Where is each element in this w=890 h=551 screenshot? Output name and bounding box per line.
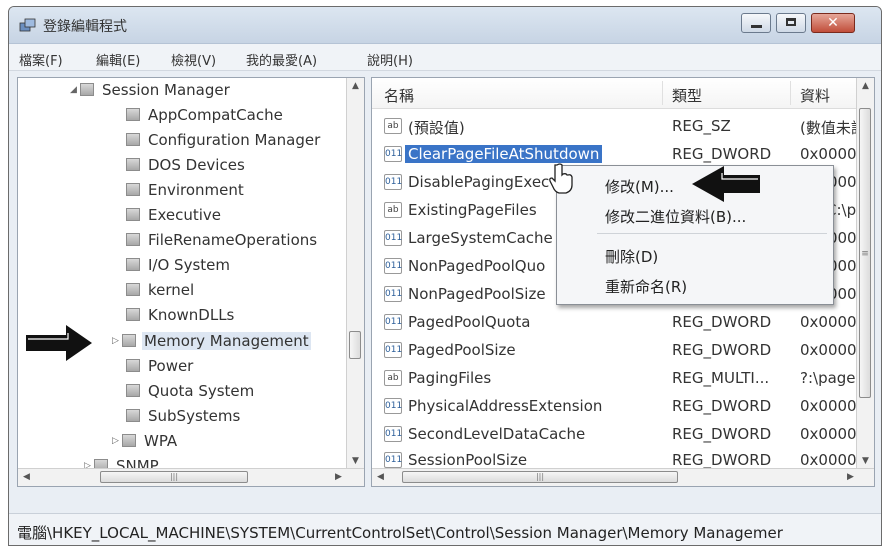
- maximize-button[interactable]: [776, 13, 806, 33]
- string-value-icon: ab: [384, 202, 402, 218]
- tree-item[interactable]: I/O System: [126, 255, 232, 279]
- binary-value-icon: 011: [384, 146, 402, 162]
- list-vertical-scrollbar[interactable]: ▲ ≡ ▼: [856, 78, 874, 470]
- close-button[interactable]: ✕: [811, 13, 855, 33]
- expand-arrow-icon[interactable]: ▷: [112, 336, 122, 346]
- menu-separator: [597, 233, 827, 234]
- tree-item[interactable]: kernel: [126, 280, 196, 304]
- collapse-arrow-icon[interactable]: ◢: [70, 85, 80, 95]
- menu-file[interactable]: 檔案(F): [19, 50, 63, 69]
- menu-modify-binary[interactable]: 修改二進位資料(B)...: [605, 206, 746, 227]
- binary-value-icon: 011: [384, 452, 402, 468]
- tree-item[interactable]: KnownDLLs: [126, 305, 236, 329]
- value-row[interactable]: ab PagingFiles REG_MULTI... ?:\page: [372, 364, 859, 392]
- scroll-right-arrow-icon[interactable]: ▶: [842, 469, 859, 486]
- scroll-up-arrow-icon[interactable]: ▲: [347, 78, 364, 95]
- tree-item[interactable]: Configuration Manager: [126, 130, 322, 154]
- folder-icon: [126, 108, 140, 121]
- tree-horizontal-scrollbar[interactable]: ◀ ||| ▶: [18, 468, 364, 486]
- status-bar: 電腦\HKEY_LOCAL_MACHINE\SYSTEM\CurrentCont…: [9, 513, 881, 545]
- column-header-type[interactable]: 類型: [672, 85, 702, 106]
- folder-icon: [126, 359, 140, 372]
- minimize-icon: [751, 25, 762, 28]
- column-header-data[interactable]: 資料: [800, 85, 830, 106]
- menu-rename[interactable]: 重新命名(R): [605, 276, 687, 297]
- column-header-name[interactable]: 名稱: [384, 85, 414, 106]
- tree-vertical-scrollbar[interactable]: ▲ ▼: [346, 78, 364, 470]
- scroll-left-arrow-icon[interactable]: ◀: [18, 469, 35, 486]
- registry-path: 電腦\HKEY_LOCAL_MACHINE\SYSTEM\CurrentCont…: [17, 524, 783, 542]
- tree-item[interactable]: SubSystems: [126, 406, 242, 430]
- binary-value-icon: 011: [384, 426, 402, 442]
- binary-value-icon: 011: [384, 286, 402, 302]
- value-row[interactable]: 011 PagedPoolQuota REG_DWORD 0x00000: [372, 308, 866, 336]
- menu-bar: 檔案(F) 編輯(E) 檢視(V) 我的最愛(A) 說明(H): [9, 44, 881, 71]
- column-divider[interactable]: [662, 81, 663, 105]
- binary-value-icon: 011: [384, 342, 402, 358]
- menu-modify[interactable]: 修改(M)...: [605, 176, 674, 197]
- folder-icon: [126, 158, 140, 171]
- folder-icon: [126, 133, 140, 146]
- scroll-up-arrow-icon[interactable]: ▲: [857, 78, 874, 95]
- folder-icon: [126, 283, 140, 296]
- binary-value-icon: 011: [384, 398, 402, 414]
- string-value-icon: ab: [384, 370, 402, 386]
- menu-help[interactable]: 說明(H): [367, 50, 413, 69]
- maximize-icon: [786, 18, 796, 26]
- registry-key-tree[interactable]: ◢ Session Manager AppCompatCache Configur…: [17, 77, 365, 487]
- tree-item-session-manager[interactable]: ◢ Session Manager: [70, 80, 232, 104]
- tree-hscroll-thumb[interactable]: |||: [100, 471, 248, 483]
- hand-cursor-icon: [549, 163, 573, 194]
- list-hscroll-thumb[interactable]: |||: [402, 471, 678, 483]
- tree-item[interactable]: FileRenameOperations: [126, 230, 319, 254]
- pointer-arrow-left-icon: [692, 166, 760, 202]
- title-bar[interactable]: 登錄編輯程式 ✕: [9, 7, 881, 44]
- window-title: 登錄編輯程式: [43, 19, 127, 35]
- folder-icon: [126, 384, 140, 397]
- folder-icon: [122, 434, 136, 447]
- close-icon: ✕: [827, 15, 839, 31]
- pointer-arrow-right-icon: [26, 325, 92, 361]
- folder-icon: [126, 208, 140, 221]
- scroll-right-arrow-icon[interactable]: ▶: [330, 469, 347, 486]
- folder-icon: [126, 409, 140, 422]
- folder-icon: [126, 183, 140, 196]
- string-value-icon: ab: [384, 118, 402, 134]
- tree-item[interactable]: Executive: [126, 205, 223, 229]
- registry-app-icon: [19, 18, 36, 32]
- expand-arrow-icon[interactable]: ▷: [112, 436, 122, 446]
- folder-icon: [122, 334, 136, 347]
- binary-value-icon: 011: [384, 230, 402, 246]
- tree-item[interactable]: AppCompatCache: [126, 105, 285, 129]
- tree-item[interactable]: Power: [126, 356, 195, 380]
- folder-icon: [126, 258, 140, 271]
- binary-value-icon: 011: [384, 258, 402, 274]
- list-horizontal-scrollbar[interactable]: ◀ ||| ▶: [372, 468, 874, 486]
- menu-favorites[interactable]: 我的最愛(A): [246, 50, 317, 69]
- tree-item[interactable]: Environment: [126, 180, 246, 204]
- scroll-left-arrow-icon[interactable]: ◀: [372, 469, 389, 486]
- list-header: 名稱 類型 資料: [372, 78, 859, 109]
- binary-value-icon: 011: [384, 174, 402, 190]
- value-row[interactable]: 011 SecondLevelDataCache REG_DWORD 0x000…: [372, 420, 866, 448]
- list-scroll-thumb[interactable]: ≡: [859, 108, 871, 398]
- value-row[interactable]: ab (預設值) REG_SZ (數值未設: [372, 112, 866, 140]
- tree-item-wpa[interactable]: ▷ WPA: [112, 431, 179, 455]
- folder-icon: [80, 83, 94, 96]
- folder-icon: [126, 233, 140, 246]
- tree-item[interactable]: Quota System: [126, 381, 256, 405]
- folder-icon: [126, 308, 140, 321]
- tree-scroll-thumb[interactable]: [349, 331, 361, 359]
- tree-item[interactable]: DOS Devices: [126, 155, 247, 179]
- binary-value-icon: 011: [384, 314, 402, 330]
- value-row-selected[interactable]: 011 ClearPageFileAtShutdown REG_DWORD 0x…: [372, 140, 866, 168]
- menu-view[interactable]: 檢視(V): [171, 50, 216, 69]
- menu-delete[interactable]: 刪除(D): [605, 246, 658, 267]
- column-divider[interactable]: [790, 81, 791, 105]
- value-row[interactable]: 011 PagedPoolSize REG_DWORD 0x00000: [372, 336, 866, 364]
- value-row[interactable]: 011 PhysicalAddressExtension REG_DWORD 0…: [372, 392, 866, 420]
- menu-edit[interactable]: 編輯(E): [96, 50, 140, 69]
- minimize-button[interactable]: [741, 13, 771, 33]
- tree-item-memory-management[interactable]: ▷ Memory Management: [112, 331, 311, 355]
